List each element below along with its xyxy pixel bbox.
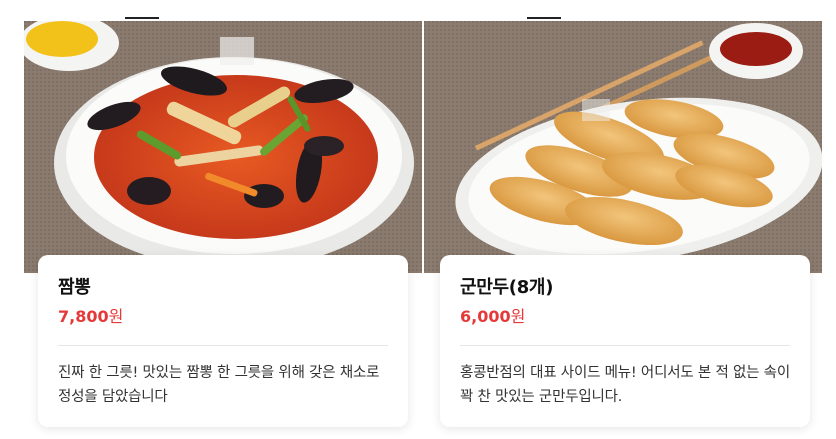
price-unit: 원 bbox=[510, 307, 526, 326]
menu-item-name: 짬뽕 bbox=[58, 277, 91, 298]
menu-item-name: 군만두(8개) bbox=[460, 277, 554, 298]
fried-dumplings-image bbox=[424, 21, 822, 273]
menu-card-jjamppong[interactable]: 짬뽕 7,800원 진짜 한 그릇! 맛있는 짬뽕 한 그릇을 위해 갖은 채소… bbox=[24, 21, 422, 439]
menu-item-price: 7,800원 bbox=[58, 303, 123, 327]
menu-item-description: 진짜 한 그릇! 맛있는 짬뽕 한 그릇을 위해 갖은 채소로 정성을 담았습니… bbox=[58, 365, 380, 405]
menu-info-panel: 짬뽕 7,800원 진짜 한 그릇! 맛있는 짬뽕 한 그릇을 위해 갖은 채소… bbox=[38, 255, 408, 427]
menu-item-price: 6,000원 bbox=[460, 303, 525, 327]
carousel-indicator bbox=[527, 17, 561, 19]
price-number: 7,800 bbox=[58, 307, 109, 326]
menu-info-panel: 군만두(8개) 6,000원 홍콩반점의 대표 사이드 메뉴! 어디서도 본 적… bbox=[440, 255, 810, 427]
divider bbox=[460, 345, 790, 346]
price-unit: 원 bbox=[108, 307, 124, 326]
menu-item-description: 홍콩반점의 대표 사이드 메뉴! 어디서도 본 적 없는 속이 꽉 찬 맛있는 … bbox=[460, 365, 790, 405]
carousel-indicator bbox=[125, 17, 159, 19]
jjamppong-bowl-image bbox=[24, 21, 422, 273]
divider bbox=[58, 345, 388, 346]
menu-card-dumplings[interactable]: 군만두(8개) 6,000원 홍콩반점의 대표 사이드 메뉴! 어디서도 본 적… bbox=[424, 21, 822, 439]
price-number: 6,000 bbox=[460, 307, 511, 326]
